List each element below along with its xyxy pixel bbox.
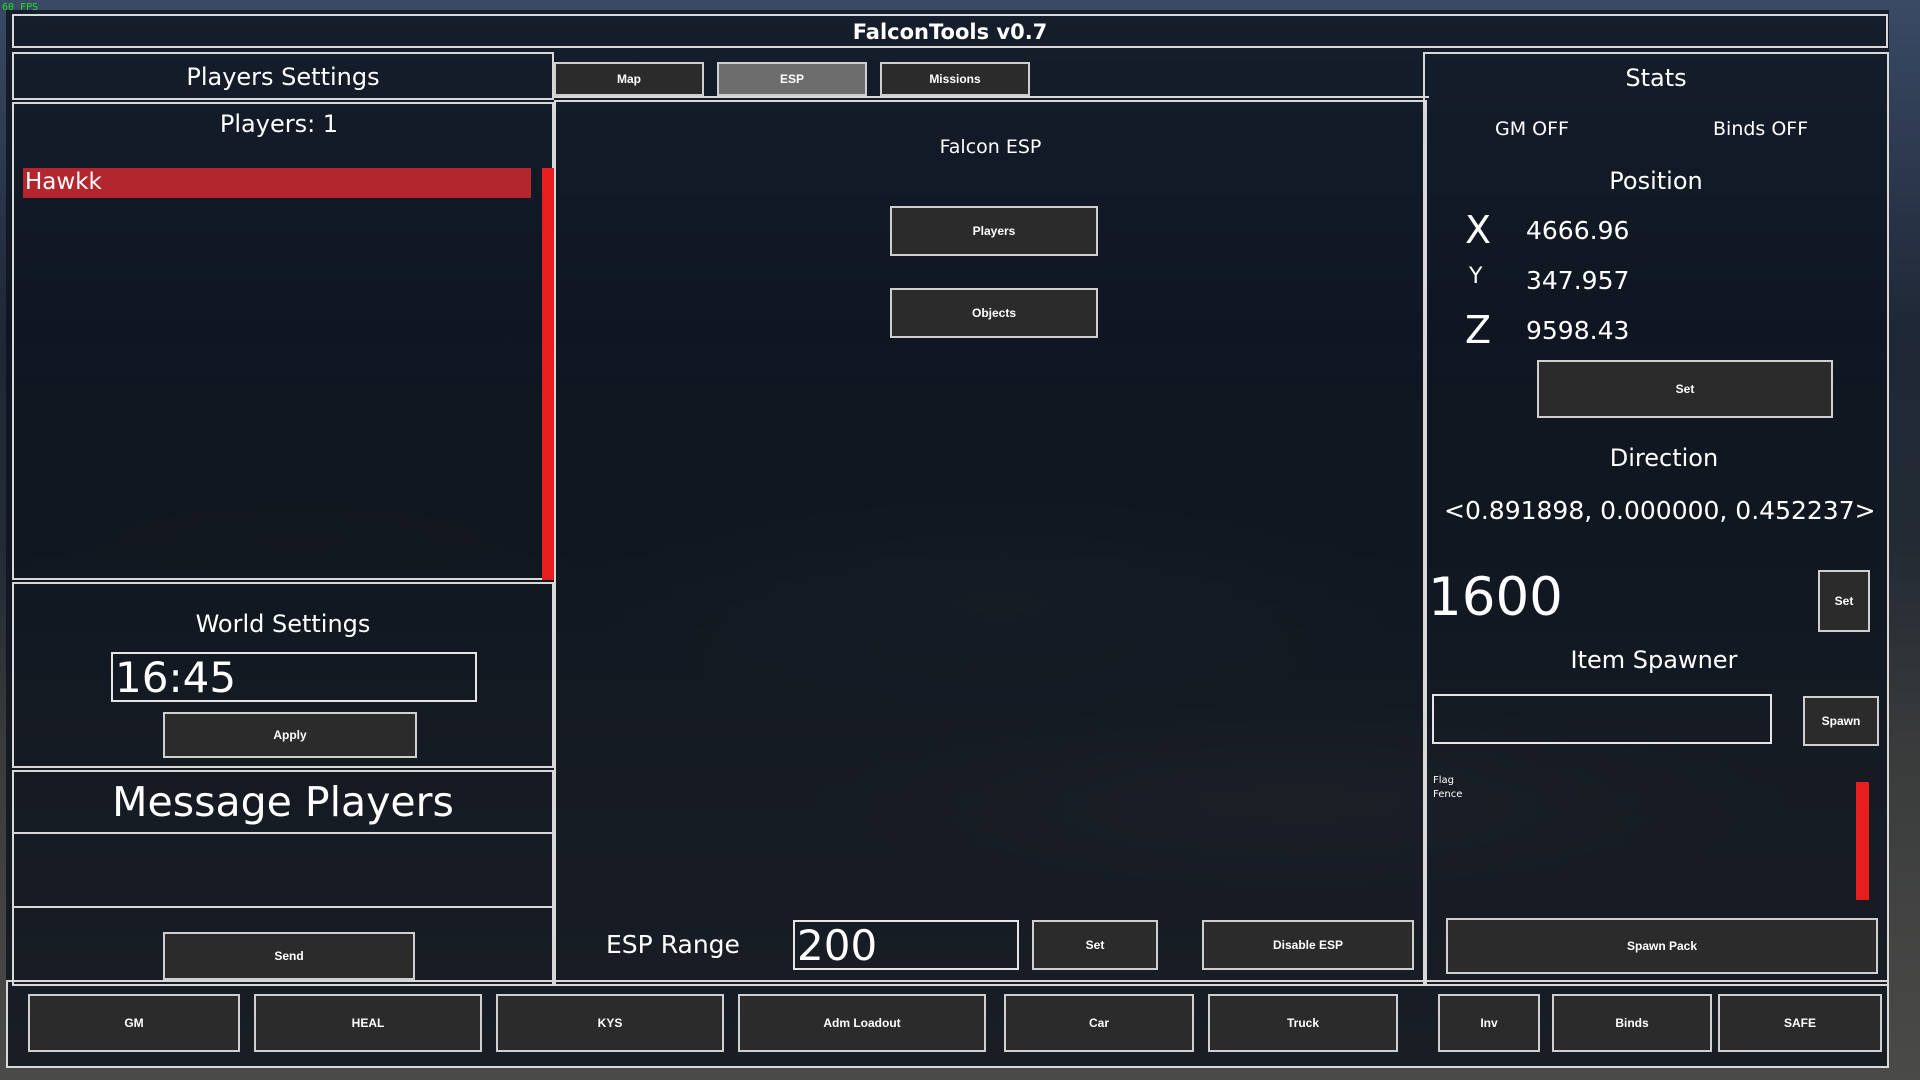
players-list-panel: Players: 1 Hawkk [12, 102, 554, 580]
direction-title: Direction [1609, 444, 1719, 472]
tab-map[interactable]: Map [554, 62, 704, 96]
player-row[interactable]: Hawkk [23, 168, 531, 198]
z-value: 9598.43 [1526, 316, 1630, 345]
world-settings-panel: World Settings 16:45 Apply [12, 582, 554, 768]
y-value: 347.957 [1526, 266, 1630, 295]
esp-panel: Falcon ESP Players Objects ESP Range 200… [554, 100, 1427, 986]
direction-value: <0.891898, 0.000000, 0.452237> [1444, 496, 1876, 525]
item-list-entry[interactable]: Fence [1433, 789, 1462, 800]
window-title: FalconTools v0.7 [852, 20, 1048, 44]
esp-range-label: ESP Range [606, 930, 740, 959]
tab-missions[interactable]: Missions [880, 62, 1030, 96]
item-spawner-title: Item Spawner [1570, 646, 1738, 674]
tab-esp[interactable]: ESP [717, 62, 867, 96]
binds-status: Binds OFF [1713, 118, 1809, 140]
truck-button[interactable]: Truck [1208, 994, 1398, 1052]
player-name: Hawkk [25, 169, 102, 195]
players-scrollbar[interactable] [542, 168, 554, 580]
stats-title: Stats [1625, 64, 1687, 92]
esp-objects-button[interactable]: Objects [890, 288, 1098, 338]
time-input[interactable]: 16:45 [111, 652, 477, 702]
players-settings-header: Players Settings [12, 52, 554, 100]
z-label: Z [1465, 308, 1492, 352]
esp-range-set-button[interactable]: Set [1032, 920, 1158, 970]
x-label: X [1465, 208, 1492, 252]
players-count: Players: 1 [219, 110, 339, 138]
message-players-title: Message Players [112, 778, 454, 826]
adm-loadout-button[interactable]: Adm Loadout [738, 994, 986, 1052]
inv-button[interactable]: Inv [1438, 994, 1540, 1052]
binds-button[interactable]: Binds [1552, 994, 1712, 1052]
esp-title: Falcon ESP [939, 136, 1042, 158]
safe-button[interactable]: SAFE [1718, 994, 1882, 1052]
direction-input[interactable]: 1600 [1428, 567, 1563, 628]
position-set-button[interactable]: Set [1537, 360, 1833, 418]
message-players-header: Message Players [12, 770, 554, 834]
message-input[interactable] [12, 832, 554, 908]
gm-button[interactable]: GM [28, 994, 240, 1052]
spawn-button[interactable]: Spawn [1803, 696, 1879, 746]
tab-bar-underline [554, 96, 1429, 98]
item-list-entry[interactable]: Flag [1433, 775, 1454, 786]
kys-button[interactable]: KYS [496, 994, 724, 1052]
heal-button[interactable]: HEAL [254, 994, 482, 1052]
time-value: 16:45 [115, 652, 237, 702]
x-value: 4666.96 [1526, 216, 1630, 245]
players-settings-title: Players Settings [186, 63, 380, 91]
world-settings-title: World Settings [195, 610, 371, 638]
item-spawner-input[interactable] [1432, 694, 1772, 744]
car-button[interactable]: Car [1004, 994, 1194, 1052]
stats-panel: Stats GM OFF Binds OFF Position X 4666.9… [1423, 52, 1889, 986]
title-bar: FalconTools v0.7 [12, 14, 1888, 48]
apply-time-button[interactable]: Apply [163, 712, 417, 758]
gm-status: GM OFF [1495, 118, 1569, 140]
send-message-button[interactable]: Send [163, 932, 415, 980]
disable-esp-button[interactable]: Disable ESP [1202, 920, 1414, 970]
direction-set-button[interactable]: Set [1818, 570, 1870, 632]
falcontools-window: FalconTools v0.7 Players Settings Player… [6, 10, 1889, 1068]
spawn-pack-button[interactable]: Spawn Pack [1446, 918, 1878, 974]
esp-range-input[interactable]: 200 [793, 920, 1019, 970]
y-label: Y [1469, 264, 1483, 289]
position-title: Position [1609, 167, 1703, 195]
esp-range-value: 200 [797, 920, 878, 970]
items-scrollbar[interactable] [1856, 782, 1869, 900]
esp-players-button[interactable]: Players [890, 206, 1098, 256]
